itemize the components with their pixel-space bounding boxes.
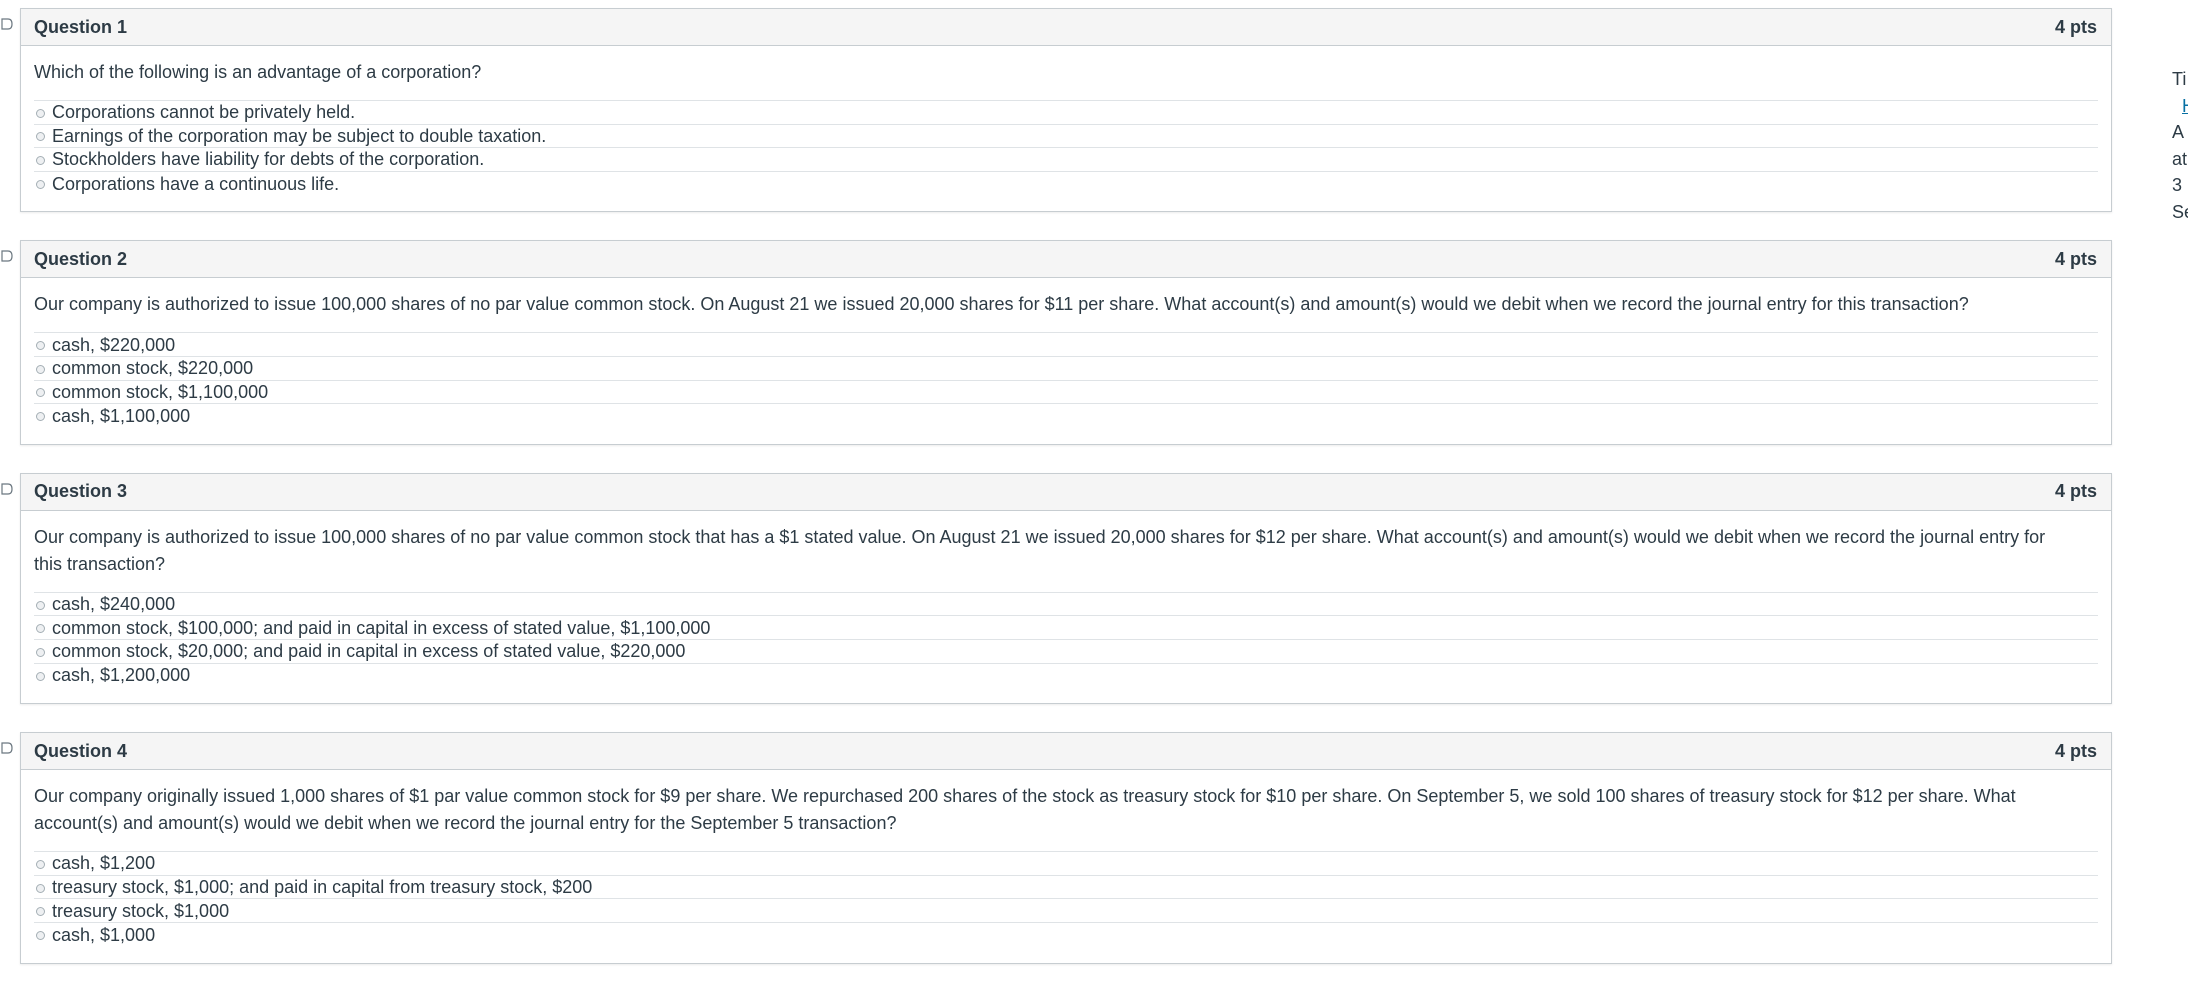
flag-question-icon[interactable] (1, 742, 13, 754)
answer-option[interactable]: cash, $1,000 (34, 923, 2098, 947)
question-header: Question 3 4 pts (21, 473, 2111, 511)
answer-label[interactable]: Earnings of the corporation may be subje… (52, 125, 546, 147)
question-points: 4 pts (2054, 16, 2097, 37)
answer-label[interactable]: cash, $220,000 (52, 334, 175, 356)
answer-option[interactable]: Earnings of the corporation may be subje… (34, 125, 2098, 149)
answer-list: cash, $240,000 common stock, $100,000; a… (34, 591, 2098, 688)
question-body: Our company is authorized to issue 100,0… (21, 278, 2111, 443)
radio-button[interactable] (36, 412, 45, 422)
sidebar-line: A (2172, 122, 2185, 142)
question-title: Question 2 (34, 248, 128, 269)
question-body: Which of the following is an advantage o… (21, 46, 2111, 211)
question-4: Question 4 4 pts Our company originally … (1, 732, 2112, 964)
answer-label[interactable]: common stock, $1,100,000 (52, 381, 268, 403)
radio-button[interactable] (36, 624, 45, 634)
answer-list: Corporations cannot be privately held. E… (34, 100, 2098, 195)
question-body: Our company is authorized to issue 100,0… (21, 511, 2111, 703)
sidebar-line: 3 (2172, 175, 2183, 195)
answer-option[interactable]: Corporations cannot be privately held. (34, 101, 2098, 125)
answer-list: cash, $220,000 common stock, $220,000 co… (34, 332, 2098, 427)
quiz-info-sidebar: Ti H A at 3 Se (2172, 66, 2188, 225)
question-points: 4 pts (2054, 481, 2097, 502)
answer-option[interactable]: cash, $1,200,000 (34, 664, 2098, 688)
answer-option[interactable]: treasury stock, $1,000 (34, 899, 2098, 923)
quiz-questions: Question 1 4 pts Which of the following … (0, 8, 2118, 964)
question-header: Question 1 4 pts (21, 9, 2111, 46)
answer-label[interactable]: cash, $240,000 (52, 593, 175, 615)
question-text: Which of the following is an advantage o… (34, 62, 482, 82)
answer-label[interactable]: cash, $1,200,000 (52, 664, 190, 686)
answer-label[interactable]: cash, $1,000 (52, 924, 155, 946)
question-1: Question 1 4 pts Which of the following … (1, 8, 2112, 213)
answer-option[interactable]: cash, $240,000 (34, 593, 2098, 617)
answer-option[interactable]: Corporations have a continuous life. (34, 172, 2098, 196)
question-title: Question 1 (34, 16, 128, 37)
answer-option[interactable]: cash, $1,100,000 (34, 404, 2098, 428)
answer-label[interactable]: cash, $1,200 (52, 852, 155, 874)
radio-button[interactable] (36, 647, 45, 657)
question-text: Our company is authorized to issue 100,0… (34, 294, 1969, 315)
sidebar-link[interactable]: H (2172, 93, 2188, 120)
sidebar-line: Ti (2172, 69, 2187, 89)
answer-label[interactable]: treasury stock, $1,000; and paid in capi… (52, 876, 592, 898)
answer-option[interactable]: Stockholders have liability for debts of… (34, 148, 2098, 172)
answer-option[interactable]: cash, $1,200 (34, 852, 2098, 876)
radio-button[interactable] (36, 364, 45, 374)
answer-option[interactable]: common stock, $100,000; and paid in capi… (34, 616, 2098, 640)
answer-option[interactable]: common stock, $20,000; and paid in capit… (34, 640, 2098, 664)
answer-option[interactable]: common stock, $1,100,000 (34, 381, 2098, 405)
question-points: 4 pts (2054, 740, 2097, 761)
answer-label[interactable]: Stockholders have liability for debts of… (52, 148, 484, 170)
question-3: Question 3 4 pts Our company is authoriz… (1, 472, 2112, 705)
radio-button[interactable] (36, 907, 45, 917)
answer-label[interactable]: Corporations have a continuous life. (52, 173, 339, 195)
question-title: Question 3 (34, 481, 128, 502)
answer-label[interactable]: common stock, $20,000; and paid in capit… (52, 640, 685, 662)
question-header: Question 4 4 pts (21, 733, 2111, 771)
radio-button[interactable] (36, 859, 45, 869)
question-header: Question 2 4 pts (21, 241, 2111, 279)
question-text: Our company is authorized to issue 100,0… (34, 526, 2046, 574)
answer-option[interactable]: cash, $220,000 (34, 333, 2098, 357)
radio-button[interactable] (36, 180, 45, 190)
question-text: Our company originally issued 1,000 shar… (34, 786, 2016, 834)
radio-button[interactable] (36, 883, 45, 893)
radio-button[interactable] (36, 108, 45, 118)
radio-button[interactable] (36, 388, 45, 398)
radio-button[interactable] (36, 931, 45, 941)
radio-button[interactable] (36, 600, 45, 610)
answer-label[interactable]: common stock, $220,000 (52, 357, 253, 379)
radio-button[interactable] (36, 155, 45, 165)
radio-button[interactable] (36, 671, 45, 681)
radio-button[interactable] (36, 341, 45, 351)
question-title: Question 4 (34, 740, 128, 761)
flag-question-icon[interactable] (1, 18, 13, 30)
flag-question-icon[interactable] (1, 483, 13, 495)
question-2: Question 2 4 pts Our company is authoriz… (1, 240, 2112, 445)
answer-label[interactable]: treasury stock, $1,000 (52, 900, 229, 922)
answer-list: cash, $1,200 treasury stock, $1,000; and… (34, 851, 2098, 946)
flag-question-icon[interactable] (1, 250, 13, 262)
question-points: 4 pts (2054, 248, 2097, 269)
question-body: Our company originally issued 1,000 shar… (21, 770, 2111, 962)
answer-label[interactable]: cash, $1,100,000 (52, 405, 190, 427)
answer-option[interactable]: common stock, $220,000 (34, 357, 2098, 381)
sidebar-line: Se (2172, 201, 2188, 222)
sidebar-line: at (2172, 148, 2188, 169)
answer-label[interactable]: Corporations cannot be privately held. (52, 101, 355, 123)
answer-option[interactable]: treasury stock, $1,000; and paid in capi… (34, 876, 2098, 900)
answer-label[interactable]: common stock, $100,000; and paid in capi… (52, 617, 710, 639)
radio-button[interactable] (36, 132, 45, 142)
